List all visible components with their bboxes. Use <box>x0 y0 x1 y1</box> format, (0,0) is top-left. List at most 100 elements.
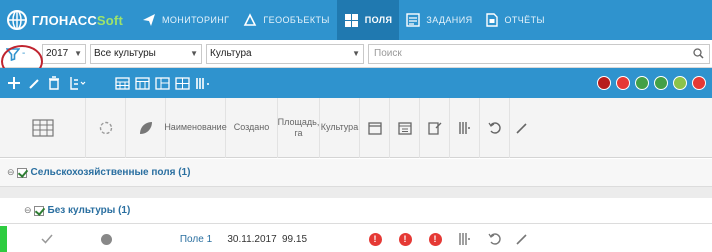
status-dot-light-green[interactable] <box>673 76 687 90</box>
leaf-icon <box>139 121 152 134</box>
columns-icon <box>458 121 470 134</box>
search-icon <box>693 48 704 59</box>
filter-dropdown-caret: - <box>22 48 26 59</box>
edit-field-button[interactable] <box>24 68 44 98</box>
grid-button[interactable] <box>172 68 192 98</box>
logo[interactable]: ГЛОНАССSoft <box>0 0 123 40</box>
check-icon <box>40 234 53 244</box>
tasks-icon <box>406 13 421 27</box>
col-created-label: Создано <box>233 122 270 132</box>
col-columns[interactable] <box>450 97 480 158</box>
logo-text-soft: Soft <box>96 12 123 28</box>
nav-tasks[interactable]: ЗАДАНИЯ <box>399 0 479 40</box>
col-crop-icon[interactable] <box>126 97 166 158</box>
chevron-down-icon: ▼ <box>74 49 82 58</box>
search-placeholder: Поиск <box>374 48 402 59</box>
row-alert-3-cell[interactable]: ! <box>420 226 450 252</box>
col-calendar-range[interactable] <box>390 97 420 158</box>
globe-logo-icon <box>6 9 28 31</box>
trash-icon <box>49 76 59 90</box>
col-created[interactable]: Создано <box>226 97 278 158</box>
fields-toolbar <box>0 68 712 98</box>
filter-button[interactable]: - <box>0 40 43 78</box>
geoobject-icon <box>244 13 257 26</box>
layout-button[interactable] <box>152 68 172 98</box>
col-select-all[interactable] <box>0 97 86 158</box>
crops-select[interactable]: Все культуры ▼ <box>90 43 202 64</box>
alert-icon[interactable]: ! <box>398 232 412 246</box>
table-row[interactable]: Поле 1 30.11.2017 99.15 ! ! ! <box>0 226 712 252</box>
col-area[interactable]: Площадь, га <box>278 97 320 158</box>
alert-icon[interactable]: ! <box>368 232 382 246</box>
group-label-agricultural: Сельскохозяйственные поля (1) <box>30 167 191 178</box>
col-crop[interactable]: Культура <box>320 97 360 158</box>
table-view-2-button[interactable] <box>132 68 152 98</box>
nav-reports-label: ОТЧЁТЫ <box>504 15 545 25</box>
pencil-icon <box>516 122 527 134</box>
nav-fields[interactable]: ПОЛЯ <box>336 0 400 40</box>
row-status-cell <box>86 226 126 252</box>
col-document[interactable] <box>420 97 450 158</box>
col-calendar[interactable] <box>360 97 390 158</box>
col-status[interactable] <box>86 97 126 158</box>
col-edit[interactable] <box>510 98 534 158</box>
logo-text-main: ГЛОНАСС <box>32 12 97 28</box>
history-icon <box>488 233 501 245</box>
row-alert-2-cell[interactable]: ! <box>390 226 420 252</box>
import-button[interactable] <box>64 68 92 98</box>
plus-icon <box>8 77 20 89</box>
row-edit-cell[interactable] <box>510 226 534 252</box>
row-checkbox-cell[interactable] <box>7 226 86 252</box>
nav-reports[interactable]: ОТЧЁТЫ <box>479 0 551 40</box>
row-history-cell[interactable] <box>480 226 510 252</box>
col-name-label: Наименование <box>164 122 227 132</box>
nav-geoobjects[interactable]: ГЕООБЪЕКТЫ <box>236 0 336 40</box>
crop-type-select[interactable]: Культура ▼ <box>206 43 364 64</box>
status-dot-green[interactable] <box>654 76 668 90</box>
filter-icon <box>6 47 20 61</box>
col-history[interactable] <box>480 97 510 158</box>
chevron-down-icon: ▼ <box>352 49 360 58</box>
pencil-icon <box>28 78 39 89</box>
group-checkbox[interactable] <box>33 205 44 216</box>
top-navigation-bar: ГЛОНАССSoft МОНИТОРИНГ ГЕООБЪЕКТЫ ПОЛЯ З… <box>0 0 712 40</box>
group-row-no-crop[interactable]: ⊖ Без культуры (1) <box>0 198 712 224</box>
status-dot-dark-red[interactable] <box>597 76 611 90</box>
columns-menu-button[interactable] <box>192 68 216 98</box>
status-dot-alert-red[interactable] <box>692 76 706 90</box>
calendar-range-icon <box>397 121 412 135</box>
search-input[interactable]: Поиск <box>368 43 710 64</box>
collapse-icon[interactable]: ⊖ <box>24 205 32 216</box>
row-name-cell[interactable]: Поле 1 <box>166 226 226 252</box>
calendar-table-icon <box>134 76 150 90</box>
status-dot-green-ring[interactable] <box>635 76 649 90</box>
year-select[interactable]: 2017 ▼ <box>42 43 86 64</box>
row-crop-cell <box>320 226 360 252</box>
row-created-cell: 30.11.2017 <box>226 226 278 252</box>
row-area-cell: 99.15 <box>278 226 320 252</box>
group-label-no-crop: Без культуры (1) <box>47 205 131 216</box>
status-dot-red[interactable] <box>616 76 630 90</box>
row-name[interactable]: Поле 1 <box>180 234 212 245</box>
col-name[interactable]: Наименование <box>164 97 227 158</box>
group-checkbox[interactable] <box>16 167 27 178</box>
alert-icon[interactable]: ! <box>428 232 442 246</box>
group-row-agricultural[interactable]: ⊖ Сельскохозяйственные поля (1) <box>0 159 712 187</box>
send-icon <box>143 14 155 26</box>
nav-fields-label: ПОЛЯ <box>364 15 393 25</box>
columns-icon <box>196 77 209 89</box>
reports-icon <box>486 13 499 27</box>
import-icon <box>70 77 86 90</box>
nav-geoobjects-label: ГЕООБЪЕКТЫ <box>263 15 330 25</box>
nav-monitoring[interactable]: МОНИТОРИНГ <box>135 0 236 40</box>
grid-icon <box>174 76 190 90</box>
row-alert-1-cell[interactable]: ! <box>360 226 390 252</box>
row-crop-icon-cell <box>126 226 166 252</box>
collapse-icon[interactable]: ⊖ <box>7 167 15 178</box>
delete-field-button[interactable] <box>44 68 64 98</box>
chevron-down-icon: ▼ <box>190 49 198 58</box>
add-field-button[interactable] <box>4 68 24 98</box>
table-view-1-button[interactable] <box>112 68 132 98</box>
nav-monitoring-label: МОНИТОРИНГ <box>162 15 230 25</box>
row-columns-cell[interactable] <box>450 226 480 252</box>
